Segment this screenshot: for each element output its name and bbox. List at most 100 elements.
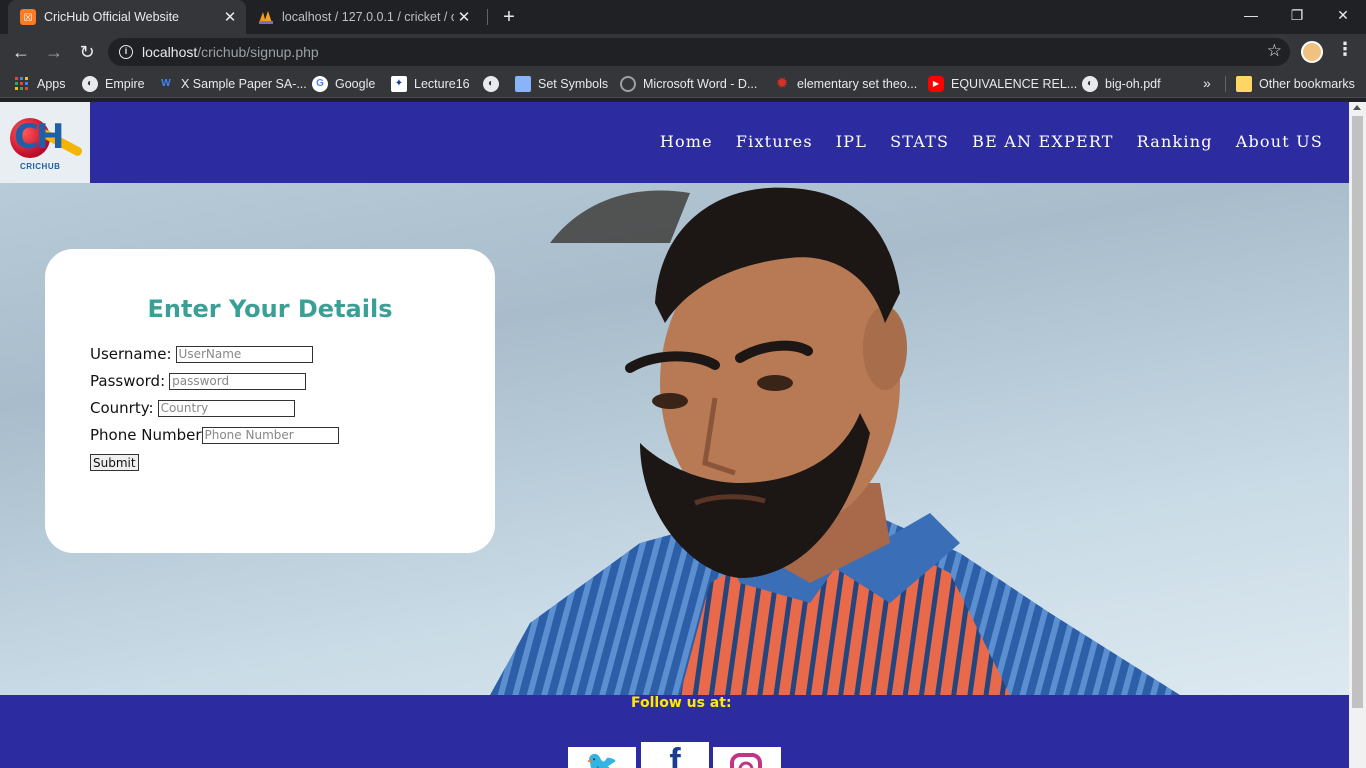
close-tab-icon[interactable]: ✕ bbox=[454, 8, 474, 26]
menu-dots-icon[interactable]: ⋮ bbox=[1336, 39, 1354, 60]
nav-ranking[interactable]: Ranking bbox=[1137, 132, 1213, 151]
bookmark-lecture16[interactable]: ✦ Lecture16 bbox=[391, 75, 470, 93]
bookmark-divider bbox=[1225, 76, 1226, 92]
nav-about-us[interactable]: About US bbox=[1236, 132, 1323, 151]
google-icon: G bbox=[312, 76, 328, 92]
tab-divider bbox=[487, 9, 488, 25]
globe-icon: ◐ bbox=[483, 76, 499, 92]
bookmark-label: Other bookmarks bbox=[1259, 77, 1355, 91]
globe-icon: ◐ bbox=[82, 76, 98, 92]
bookmark-label: Empire bbox=[105, 77, 145, 91]
bookmark-set-symbols[interactable]: Set Symbols bbox=[515, 75, 608, 93]
username-input[interactable] bbox=[175, 345, 313, 363]
scroll-up-icon[interactable] bbox=[1353, 105, 1361, 110]
country-label: Counrty: bbox=[90, 399, 154, 417]
follow-us-text: Follow us at: bbox=[631, 695, 732, 711]
crichub-logo[interactable]: CH CRICHUB bbox=[0, 102, 90, 183]
forward-icon[interactable]: → bbox=[42, 40, 66, 64]
profile-avatar[interactable] bbox=[1301, 41, 1323, 63]
folder-icon bbox=[1236, 76, 1252, 92]
bookmark-big-oh[interactable]: ◐ big-oh.pdf bbox=[1082, 75, 1161, 93]
browser-toolbar: ← → ↻ i localhost/crichub/signup.php ☆ ⋮ bbox=[0, 34, 1366, 70]
gear-red-icon: ✹ bbox=[775, 75, 789, 92]
nav-home[interactable]: Home bbox=[660, 132, 713, 151]
bookmarks-bar: Apps ◐ Empire W X Sample Paper SA-... G … bbox=[0, 70, 1366, 98]
logo-monogram: CH bbox=[14, 117, 64, 157]
w-icon: W bbox=[161, 78, 171, 89]
bookmark-globe[interactable]: ◐ bbox=[483, 75, 506, 93]
youtube-icon: ▶ bbox=[928, 76, 944, 92]
bookmark-other[interactable]: Other bookmarks bbox=[1236, 75, 1355, 93]
lecture-icon: ✦ bbox=[391, 76, 407, 92]
country-row: Counrty: bbox=[90, 399, 295, 417]
nav-stats[interactable]: STATS bbox=[890, 132, 949, 151]
country-input[interactable] bbox=[157, 399, 295, 417]
logo-brand-text: CRICHUB bbox=[20, 162, 61, 171]
player-portrait bbox=[490, 187, 1180, 695]
bookmark-label: Microsoft Word - D... bbox=[643, 77, 758, 91]
reload-icon[interactable]: ↻ bbox=[75, 40, 99, 64]
bookmark-star-icon[interactable]: ☆ bbox=[1267, 41, 1282, 61]
site-header: CH CRICHUB Home Fixtures IPL STATS BE AN… bbox=[0, 102, 1349, 183]
password-row: Password: bbox=[90, 372, 307, 390]
image-icon bbox=[515, 76, 531, 92]
nav-fixtures[interactable]: Fixtures bbox=[736, 132, 813, 151]
new-tab-icon[interactable]: + bbox=[498, 5, 520, 29]
xampp-icon: ☒ bbox=[20, 9, 36, 25]
globe-icon: ◐ bbox=[1082, 76, 1098, 92]
phone-label: Phone Number bbox=[90, 426, 202, 444]
nav-ipl[interactable]: IPL bbox=[836, 132, 867, 151]
page-viewport: CH CRICHUB Home Fixtures IPL STATS BE AN… bbox=[0, 102, 1366, 768]
tab-phpmyadmin[interactable]: localhost / 127.0.0.1 / cricket / oc ✕ bbox=[250, 0, 480, 34]
bookmark-label: EQUIVALENCE REL... bbox=[951, 77, 1078, 91]
tab-title: CricHub Official Website bbox=[44, 10, 179, 24]
info-icon[interactable]: i bbox=[119, 45, 133, 59]
username-row: Username: bbox=[90, 345, 313, 363]
phone-row: Phone Number bbox=[90, 426, 339, 444]
close-tab-icon[interactable]: ✕ bbox=[220, 8, 240, 26]
scroll-thumb[interactable] bbox=[1352, 116, 1363, 708]
more-bookmarks-icon[interactable]: » bbox=[1203, 75, 1211, 91]
svg-text:☒: ☒ bbox=[24, 13, 33, 24]
phone-input[interactable] bbox=[201, 426, 339, 444]
window-close-icon[interactable]: ✕ bbox=[1320, 0, 1366, 32]
hero-banner: Enter Your Details Username: Password: C… bbox=[0, 183, 1349, 695]
tab-crichub[interactable]: ☒ CricHub Official Website ✕ bbox=[8, 0, 246, 34]
bookmark-label: Google bbox=[335, 77, 376, 91]
signup-card: Enter Your Details Username: Password: C… bbox=[45, 249, 495, 553]
loading-icon bbox=[620, 76, 636, 92]
restore-icon[interactable]: ❐ bbox=[1274, 0, 1320, 32]
bookmark-word-doc[interactable]: Microsoft Word - D... bbox=[620, 75, 757, 93]
bookmark-label: Lecture16 bbox=[414, 77, 470, 91]
apps-grid-icon bbox=[14, 76, 30, 92]
bookmark-empire[interactable]: ◐ Empire bbox=[82, 75, 145, 93]
tab-strip: ☒ CricHub Official Website ✕ localhost /… bbox=[0, 0, 1366, 34]
bookmark-apps[interactable]: Apps bbox=[14, 75, 66, 93]
address-bar[interactable]: i localhost/crichub/signup.php ☆ bbox=[108, 38, 1290, 66]
back-icon[interactable]: ← bbox=[9, 40, 33, 64]
username-label: Username: bbox=[90, 345, 172, 363]
instagram-icon[interactable] bbox=[713, 747, 781, 768]
bookmark-google[interactable]: G Google bbox=[312, 75, 375, 93]
password-input[interactable] bbox=[169, 372, 307, 390]
nav-be-an-expert[interactable]: BE AN EXPERT bbox=[972, 132, 1114, 151]
tab-title: localhost / 127.0.0.1 / cricket / oc bbox=[282, 10, 454, 24]
twitter-icon[interactable]: 🐦 bbox=[568, 747, 636, 768]
form-title: Enter Your Details bbox=[147, 295, 393, 323]
phpmyadmin-icon bbox=[258, 9, 274, 25]
bookmark-label: Set Symbols bbox=[538, 77, 609, 91]
facebook-icon[interactable]: f bbox=[641, 742, 709, 768]
bookmark-label: elementary set theo... bbox=[797, 77, 918, 91]
submit-button[interactable]: Submit bbox=[90, 454, 139, 471]
minimize-icon[interactable]: — bbox=[1228, 0, 1274, 32]
bookmark-sample-paper[interactable]: W X Sample Paper SA-... bbox=[158, 75, 307, 93]
password-label: Password: bbox=[90, 372, 166, 390]
url-text[interactable]: localhost/crichub/signup.php bbox=[142, 44, 319, 60]
bookmark-label: Apps bbox=[37, 77, 66, 91]
page-scrollbar[interactable] bbox=[1349, 102, 1366, 768]
site-footer: Follow us at: 🐦 f bbox=[0, 695, 1349, 768]
bookmark-equivalence[interactable]: ▶ EQUIVALENCE REL... bbox=[928, 75, 1077, 93]
bookmark-label: big-oh.pdf bbox=[1105, 77, 1161, 91]
bookmark-set-theory[interactable]: ✹ elementary set theo... bbox=[774, 75, 918, 93]
bookmark-label: X Sample Paper SA-... bbox=[181, 77, 307, 91]
